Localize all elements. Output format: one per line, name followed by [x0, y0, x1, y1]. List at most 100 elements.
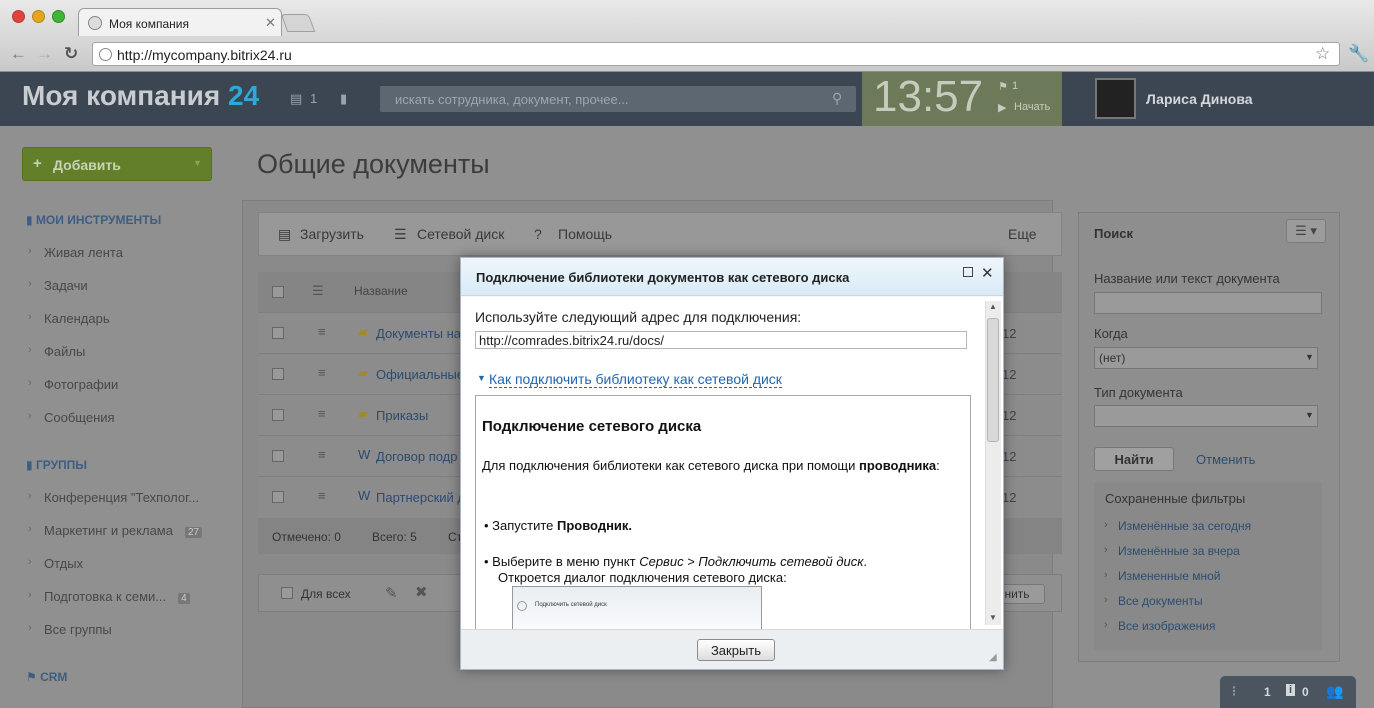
row-menu-icon[interactable]: ≡: [318, 447, 326, 462]
row-menu-icon[interactable]: ≡: [318, 488, 326, 503]
help-button[interactable]: Помощь: [558, 226, 612, 242]
chevron-down-icon[interactable]: ▼: [193, 158, 202, 168]
filter-today[interactable]: Изменённые за сегодня: [1104, 519, 1251, 533]
notification-bar[interactable]: ⋮ 1 i 0 👥: [1220, 676, 1356, 708]
address-field[interactable]: http://comrades.bitrix24.ru/docs/: [475, 331, 967, 349]
scroll-up-icon[interactable]: ▲: [989, 302, 997, 311]
select-all-checkbox[interactable]: [272, 286, 284, 298]
forward-icon[interactable]: →: [36, 44, 53, 64]
row-date: 12: [1002, 326, 1017, 341]
sidebar-item-label: Файлы: [44, 344, 86, 359]
filter-all-docs[interactable]: Все документы: [1104, 594, 1203, 608]
edit-icon[interactable]: ✎: [385, 584, 398, 602]
row-menu-icon[interactable]: ≡: [318, 324, 326, 339]
reload-icon[interactable]: ↻: [64, 44, 78, 64]
sidebar-group-seminar[interactable]: Подготовка к семи... 4: [28, 589, 190, 604]
sidebar-group-marketing[interactable]: Маркетинг и реклама 27: [28, 523, 203, 538]
column-name[interactable]: Название: [354, 284, 408, 298]
minimize-window-icon[interactable]: [32, 10, 45, 23]
count-badge: 27: [184, 527, 203, 538]
bookmark-star-icon[interactable]: ☆: [1315, 44, 1330, 64]
when-select[interactable]: (нет) ▼: [1094, 347, 1318, 369]
row-checkbox[interactable]: [272, 368, 284, 380]
sidebar-item-label: Отдых: [44, 556, 84, 571]
sidebar-item-calendar[interactable]: Календарь: [28, 311, 110, 326]
sidebar-item-messages[interactable]: Сообщения: [28, 410, 115, 425]
start-workday-button[interactable]: Начать: [1014, 101, 1050, 113]
sidebar-item-label: Живая лента: [44, 245, 123, 260]
menu-icon[interactable]: ☰: [312, 283, 324, 299]
groups-section-title[interactable]: ▮ ГРУППЫ: [26, 458, 87, 472]
sidebar-item-feed[interactable]: Живая лента: [28, 245, 123, 260]
filter-all-images[interactable]: Все изображения: [1104, 619, 1215, 633]
row-checkbox[interactable]: [272, 450, 284, 462]
maximize-window-icon[interactable]: [52, 10, 65, 23]
notify-icon[interactable]: i: [1286, 684, 1296, 696]
row-checkbox[interactable]: [272, 491, 284, 503]
para-bold: проводника: [859, 458, 937, 473]
sidebar-item-files[interactable]: Файлы: [28, 344, 86, 359]
messages-counter[interactable]: 1: [1264, 685, 1271, 699]
row-menu-icon[interactable]: ≡: [318, 365, 326, 380]
sidebar-item-tasks[interactable]: Задачи: [28, 278, 88, 293]
close-button[interactable]: Закрыть: [697, 639, 775, 661]
cancel-link[interactable]: Отменить: [1196, 452, 1255, 467]
row-name[interactable]: Документы на: [376, 326, 461, 341]
crm-section-title[interactable]: ⚑ CRM: [26, 670, 67, 684]
more-button[interactable]: Еще: [1008, 226, 1037, 242]
notifications-icon[interactable]: ▮: [340, 91, 347, 107]
row-name[interactable]: Официальные: [376, 367, 464, 382]
panel-menu-button[interactable]: ☰ ▾: [1286, 219, 1326, 243]
scrollbar-thumb[interactable]: [987, 318, 999, 442]
tools-section-title[interactable]: ▮ МОИ ИНСТРУМЕНТЫ: [26, 213, 161, 227]
close-tab-icon[interactable]: ✕: [265, 15, 276, 31]
help-icon: ?: [534, 226, 542, 242]
row-name[interactable]: Партнерский д: [376, 490, 465, 505]
maximize-icon[interactable]: [963, 267, 973, 277]
resize-grip-icon[interactable]: ◢: [989, 652, 997, 663]
upload-button[interactable]: Загрузить: [300, 226, 364, 242]
messages-icon[interactable]: ▤: [290, 91, 302, 107]
filter-label: Все документы: [1118, 594, 1203, 608]
when-label: Когда: [1094, 326, 1128, 341]
sidebar-all-groups[interactable]: Все группы: [28, 622, 112, 637]
portal-logo[interactable]: Моя компания 24: [22, 80, 259, 112]
row-checkbox[interactable]: [272, 409, 284, 421]
row-name[interactable]: Приказы: [376, 408, 428, 423]
count-badge: 4: [178, 593, 190, 604]
find-button[interactable]: Найти: [1094, 447, 1174, 471]
for-all-checkbox[interactable]: [281, 587, 293, 599]
instructions-frame: Подключение сетевого диска Для подключен…: [475, 395, 971, 635]
search-icon[interactable]: ⚲: [832, 90, 842, 107]
back-icon[interactable]: ←: [10, 44, 27, 64]
close-window-icon[interactable]: [12, 10, 25, 23]
delete-icon[interactable]: ✖: [415, 583, 428, 601]
network-disk-button[interactable]: Сетевой диск: [417, 226, 504, 242]
how-to-connect-link[interactable]: Как подключить библиотеку как сетевой ди…: [489, 371, 782, 388]
user-name[interactable]: Лариса Динова: [1146, 91, 1253, 107]
address-bar[interactable]: http://mycompany.bitrix24.ru ☆: [92, 42, 1340, 66]
use-address-label: Используйте следующий адрес для подключе…: [475, 309, 802, 325]
sidebar-group-rest[interactable]: Отдых: [28, 556, 84, 571]
doc-type-select[interactable]: ▼: [1094, 405, 1318, 427]
row-name[interactable]: Договор подр: [376, 449, 458, 464]
row-checkbox[interactable]: [272, 327, 284, 339]
notifications-counter[interactable]: 0: [1302, 685, 1309, 699]
avatar[interactable]: [1095, 78, 1136, 119]
add-button[interactable]: + Добавить ▼: [22, 147, 212, 181]
expand-arrow-icon[interactable]: ▼: [477, 373, 486, 383]
doc-name-input[interactable]: [1094, 292, 1322, 314]
close-icon[interactable]: ✕: [981, 264, 994, 282]
filter-yesterday[interactable]: Изменённые за вчера: [1104, 544, 1240, 558]
search-input[interactable]: искать сотрудника, документ, прочее... ⚲: [380, 86, 856, 112]
scroll-down-icon[interactable]: ▼: [989, 613, 997, 622]
sidebar-item-photos[interactable]: Фотографии: [28, 377, 118, 392]
filter-by-me[interactable]: Измененные мной: [1104, 569, 1220, 583]
grip-icon: ⋮: [1228, 684, 1240, 698]
sidebar-group-conference[interactable]: Конференция "Техполог...: [28, 490, 199, 505]
row-menu-icon[interactable]: ≡: [318, 406, 326, 421]
contacts-icon[interactable]: 👥: [1326, 683, 1343, 700]
wrench-icon[interactable]: 🔧: [1348, 44, 1369, 64]
chevron-down-icon: ▼: [1305, 352, 1314, 362]
browser-tab[interactable]: Моя компания ✕: [78, 8, 282, 36]
